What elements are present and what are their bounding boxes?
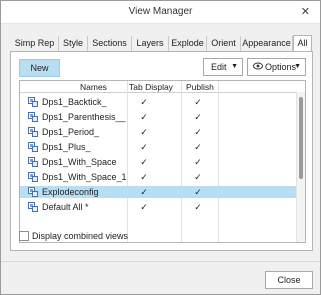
tab-bar: Simp Rep Style Sections Layers Explode O… bbox=[11, 35, 312, 52]
options-menu-button[interactable]: Options ▼ bbox=[247, 58, 306, 76]
tab-orient[interactable]: Orient bbox=[207, 36, 241, 51]
table-header: Names Tab Display Publish bbox=[20, 81, 305, 93]
table-row[interactable]: Dps1_With_Space ✓ ✓ bbox=[20, 156, 297, 168]
publish-check[interactable]: ✓ bbox=[193, 187, 203, 198]
chevron-down-icon: ▼ bbox=[294, 63, 301, 70]
tab-sections[interactable]: Sections bbox=[88, 36, 132, 51]
table-row[interactable]: Dps1_Backtick_ ✓ ✓ bbox=[20, 96, 297, 108]
tab-display-check[interactable]: ✓ bbox=[139, 112, 149, 123]
all-views-panel: New Edit ▼ Options ▼ Names Tab Display P… bbox=[10, 51, 313, 251]
views-table: Names Tab Display Publish Dps1_Backtick_… bbox=[19, 80, 306, 243]
view-icon bbox=[28, 202, 38, 212]
view-icon bbox=[28, 142, 38, 152]
close-icon[interactable]: ✕ bbox=[301, 5, 310, 18]
view-name: Explodeconfig bbox=[42, 187, 99, 197]
publish-check[interactable]: ✓ bbox=[193, 157, 203, 168]
header-names[interactable]: Names bbox=[80, 82, 107, 92]
edit-menu-button[interactable]: Edit ▼ bbox=[203, 58, 243, 76]
table-row[interactable]: Dps1_With_Space_1 ✓ ✓ bbox=[20, 171, 297, 183]
tab-display-check[interactable]: ✓ bbox=[139, 202, 149, 213]
table-row[interactable]: Explodeconfig ✓ ✓ bbox=[20, 186, 297, 198]
header-tab-display[interactable]: Tab Display bbox=[129, 82, 173, 92]
publish-check[interactable]: ✓ bbox=[193, 172, 203, 183]
view-name: Dps1_Parenthesis__ bbox=[42, 112, 126, 122]
view-name: Dps1_Backtick_ bbox=[42, 97, 107, 107]
tab-explode[interactable]: Explode bbox=[169, 36, 207, 51]
publish-check[interactable]: ✓ bbox=[193, 97, 203, 108]
close-button[interactable]: Close bbox=[265, 271, 313, 289]
table-row[interactable]: Dps1_Period_ ✓ ✓ bbox=[20, 126, 297, 138]
tab-display-check[interactable]: ✓ bbox=[139, 127, 149, 138]
publish-check[interactable]: ✓ bbox=[193, 202, 203, 213]
edit-label: Edit bbox=[211, 62, 227, 72]
publish-check[interactable]: ✓ bbox=[193, 142, 203, 153]
display-combined-views-label: Display combined views bbox=[32, 231, 129, 241]
footer-divider bbox=[1, 261, 320, 262]
window-title: View Manager bbox=[128, 6, 193, 17]
tab-simp-rep[interactable]: Simp Rep bbox=[11, 36, 59, 51]
tab-display-check[interactable]: ✓ bbox=[139, 157, 149, 168]
view-name: Dps1_Period_ bbox=[42, 127, 100, 137]
new-button[interactable]: New bbox=[19, 59, 60, 77]
tab-layers[interactable]: Layers bbox=[132, 36, 169, 51]
view-icon bbox=[28, 187, 38, 197]
view-icon bbox=[28, 157, 38, 167]
table-row[interactable]: Dps1_Plus_ ✓ ✓ bbox=[20, 141, 297, 153]
eye-icon bbox=[253, 59, 263, 75]
table-row[interactable]: Dps1_Parenthesis__ ✓ ✓ bbox=[20, 111, 297, 123]
header-publish[interactable]: Publish bbox=[186, 82, 214, 92]
view-icon bbox=[28, 112, 38, 122]
publish-check[interactable]: ✓ bbox=[193, 127, 203, 138]
title-bar: View Manager ✕ bbox=[1, 1, 320, 24]
view-icon bbox=[28, 127, 38, 137]
tab-all[interactable]: All bbox=[293, 35, 312, 52]
scrollbar-thumb[interactable] bbox=[299, 97, 303, 179]
view-icon bbox=[28, 97, 38, 107]
publish-check[interactable]: ✓ bbox=[193, 112, 203, 123]
options-label: Options bbox=[265, 62, 297, 72]
tab-appearance[interactable]: Appearance bbox=[241, 36, 293, 51]
table-row[interactable]: Default All * ✓ ✓ bbox=[20, 201, 297, 213]
view-manager-window: View Manager ✕ Simp Rep Style Sections L… bbox=[0, 0, 321, 295]
view-name: Dps1_Plus_ bbox=[42, 142, 91, 152]
tab-style[interactable]: Style bbox=[59, 36, 88, 51]
tab-display-check[interactable]: ✓ bbox=[139, 187, 149, 198]
display-combined-views-checkbox[interactable] bbox=[19, 231, 29, 241]
tab-display-check[interactable]: ✓ bbox=[139, 172, 149, 183]
view-name: Dps1_With_Space bbox=[42, 157, 117, 167]
view-icon bbox=[28, 172, 38, 182]
tab-display-check[interactable]: ✓ bbox=[139, 142, 149, 153]
view-name: Dps1_With_Space_1 bbox=[42, 172, 127, 182]
vertical-scrollbar[interactable] bbox=[296, 92, 305, 242]
view-name: Default All * bbox=[42, 202, 89, 212]
chevron-down-icon: ▼ bbox=[231, 63, 238, 70]
tab-display-check[interactable]: ✓ bbox=[139, 97, 149, 108]
